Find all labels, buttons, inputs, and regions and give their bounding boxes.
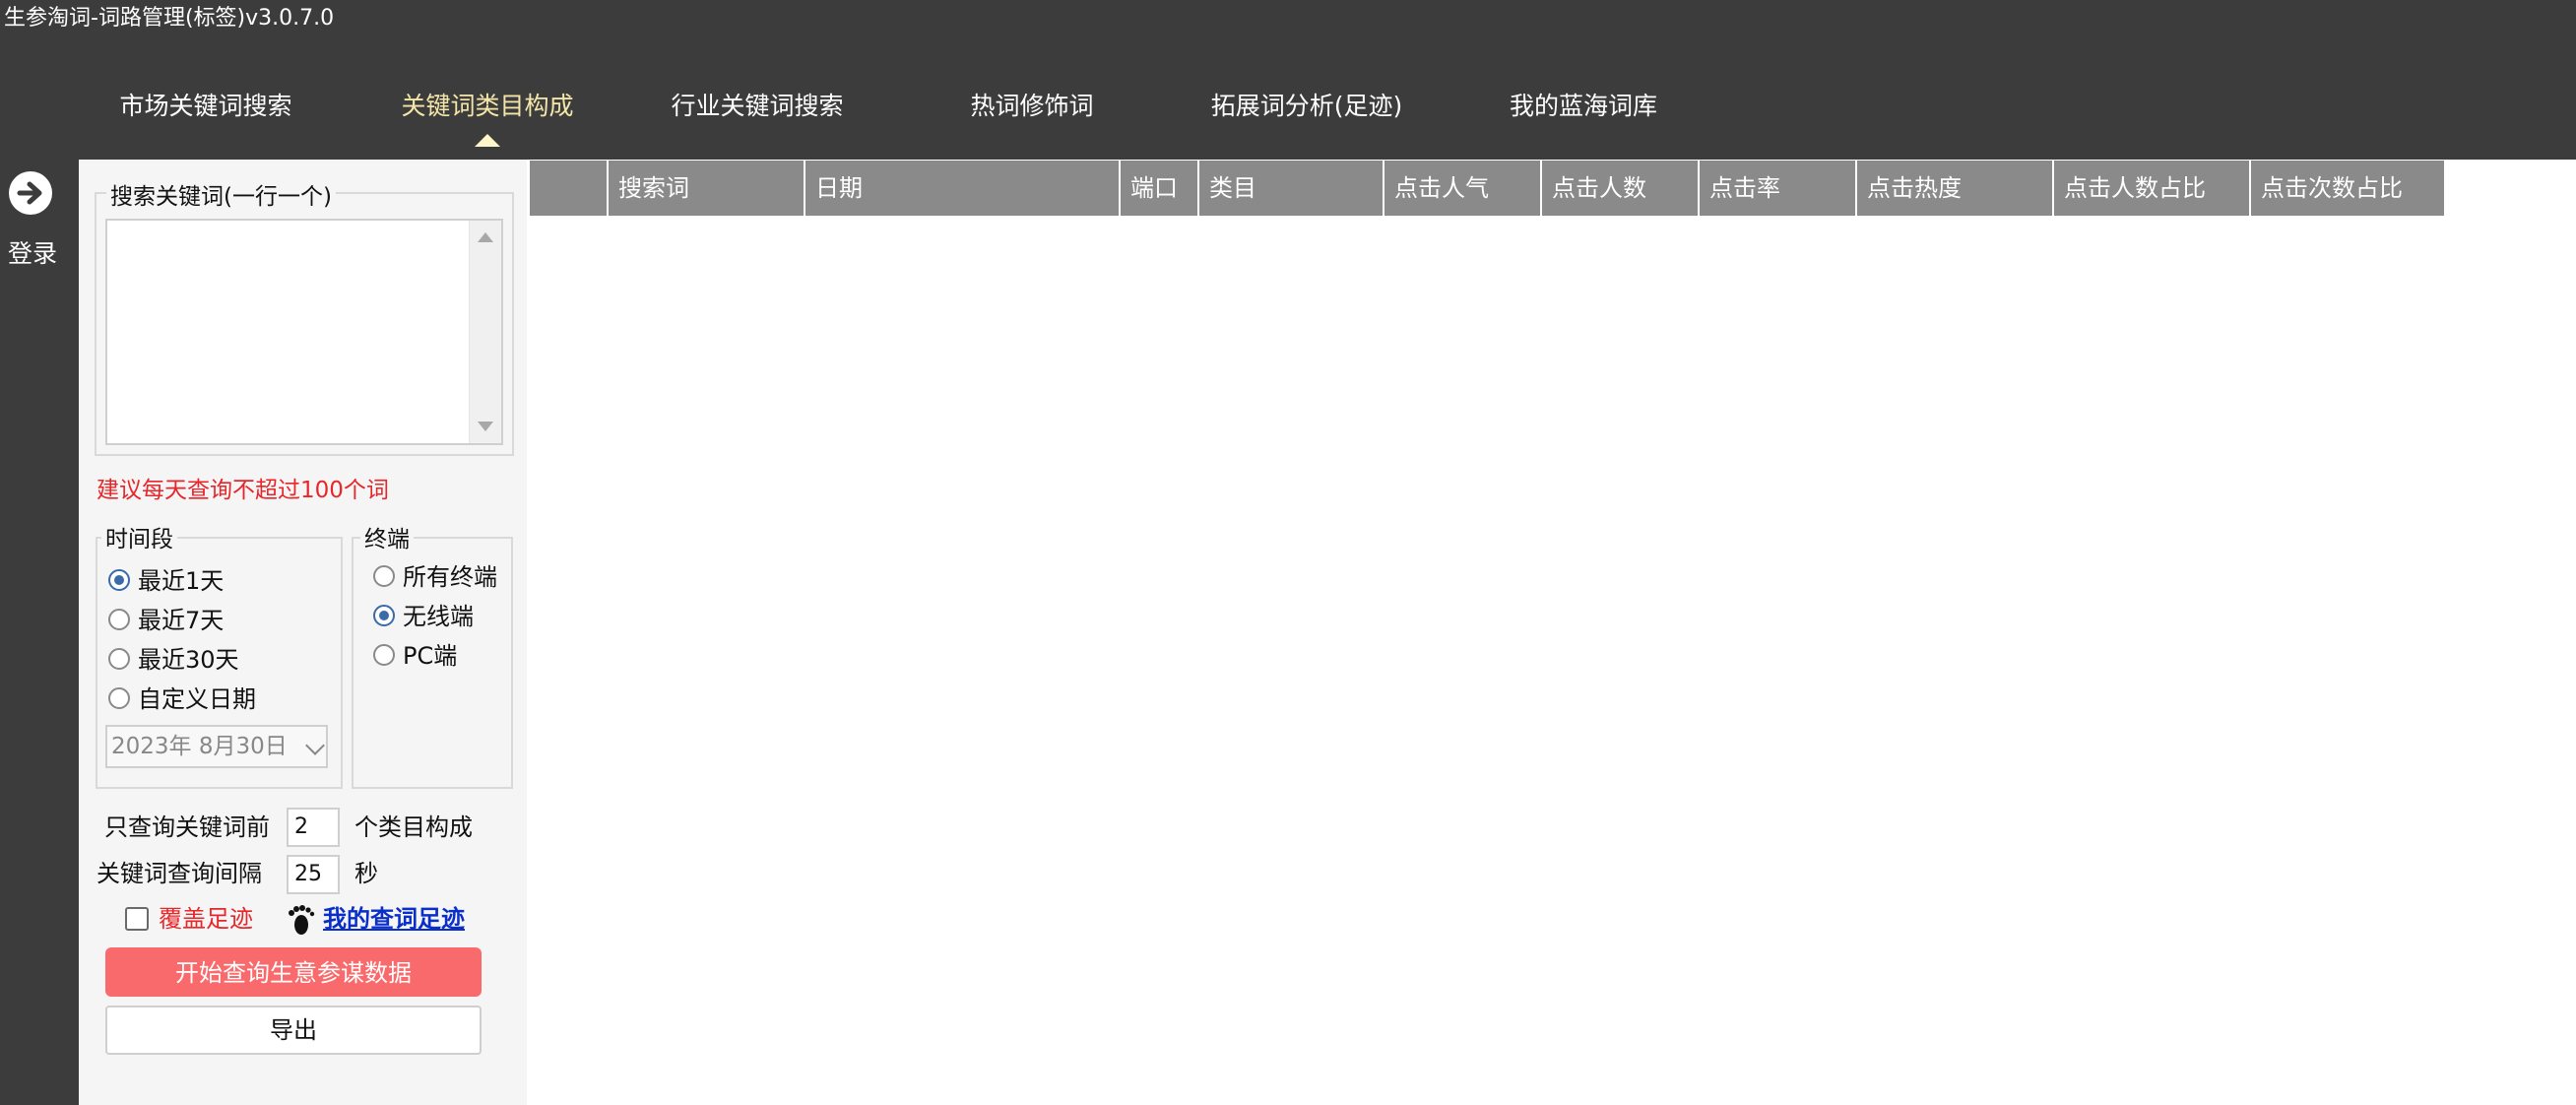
tab-keyword-category-composition[interactable]: 关键词类目构成 (390, 87, 585, 147)
my-footprint-link[interactable]: 我的查词足迹 (323, 901, 465, 937)
radio-label: 最近30天 (138, 646, 239, 674)
radio-label: PC端 (403, 642, 458, 670)
textarea-scrollbar[interactable] (469, 221, 501, 443)
radio-last-1-day[interactable]: 最近1天 (108, 563, 224, 599)
column-header-click-count-share[interactable]: 点击次数占比 (2249, 161, 2444, 216)
chevron-down-icon[interactable] (305, 736, 325, 755)
query-limit-warning: 建议每天查询不超过100个词 (97, 478, 389, 503)
tab-label: 市场关键词搜索 (119, 92, 292, 120)
tab-market-keyword-search[interactable]: 市场关键词搜索 (114, 87, 297, 126)
arrow-right-circle-icon[interactable] (9, 171, 52, 215)
tab-label: 关键词类目构成 (401, 92, 574, 120)
scroll-up-icon[interactable] (478, 232, 493, 242)
column-header-click-heat[interactable]: 点击热度 (1855, 161, 2052, 216)
column-header-click-users[interactable]: 点击人数 (1540, 161, 1698, 216)
column-header-click-rate[interactable]: 点击率 (1698, 161, 1855, 216)
radio-label: 最近1天 (138, 567, 225, 595)
tab-label: 行业关键词搜索 (671, 92, 844, 120)
radio-button-checked[interactable] (108, 569, 130, 591)
interval-unit-label: 秒 (354, 860, 378, 887)
column-header-click-popularity[interactable]: 点击人气 (1383, 161, 1540, 216)
radio-button[interactable] (108, 609, 130, 630)
app-title: 生参淘词-词路管理(标签)v3.0.7.0 (4, 6, 335, 31)
radio-custom-date[interactable]: 自定义日期 (108, 682, 256, 717)
overwrite-footprint-checkbox[interactable] (125, 907, 149, 931)
interval-label: 关键词查询间隔 (97, 860, 262, 887)
date-value: 2023年 8月30日 (111, 734, 288, 759)
keywords-textarea[interactable] (105, 219, 503, 445)
column-header-date[interactable]: 日期 (804, 161, 1119, 216)
column-header-rownum[interactable] (530, 161, 607, 216)
time-period-title: 时间段 (101, 520, 177, 553)
tab-hot-modifier-words[interactable]: 热词修饰词 (968, 87, 1096, 126)
export-button[interactable]: 导出 (105, 1006, 482, 1055)
radio-label: 自定义日期 (138, 685, 256, 713)
radio-wireless[interactable]: 无线端 (373, 599, 474, 634)
radio-label: 无线端 (403, 603, 474, 630)
tab-label: 热词修饰词 (970, 92, 1094, 120)
date-picker[interactable]: 2023年 8月30日 (105, 725, 328, 768)
radio-label: 最近7天 (138, 607, 225, 634)
radio-button[interactable] (108, 687, 130, 709)
tab-industry-keyword-search[interactable]: 行业关键词搜索 (666, 87, 849, 126)
radio-pc[interactable]: PC端 (373, 638, 457, 674)
column-header-port[interactable]: 端口 (1119, 161, 1197, 216)
radio-button[interactable] (373, 565, 395, 587)
tab-label: 拓展词分析(足迹) (1210, 92, 1403, 120)
scroll-down-icon[interactable] (478, 422, 493, 431)
tab-my-blue-ocean-library[interactable]: 我的蓝海词库 (1507, 87, 1660, 126)
tab-label: 我的蓝海词库 (1509, 92, 1657, 120)
keyword-group-title: 搜索关键词(一行一个) (106, 177, 336, 211)
column-header-click-users-share[interactable]: 点击人数占比 (2052, 161, 2249, 216)
radio-button-checked[interactable] (373, 605, 395, 626)
radio-last-7-days[interactable]: 最近7天 (108, 603, 224, 638)
top-bar: 生参淘词-词路管理(标签)v3.0.7.0 市场关键词搜索 关键词类目构成 行业… (0, 0, 2576, 160)
top-n-suffix-label: 个类目构成 (354, 813, 473, 841)
radio-button[interactable] (373, 644, 395, 666)
left-sidebar (0, 160, 79, 1105)
tab-expansion-word-analysis[interactable]: 拓展词分析(足迹) (1203, 87, 1410, 126)
top-n-input[interactable]: 2 (287, 808, 340, 847)
column-header-category[interactable]: 类目 (1197, 161, 1383, 216)
login-label[interactable]: 登录 (8, 234, 57, 270)
results-table-header: 搜索词 日期 端口 类目 点击人气 点击人数 点击率 点击热度 点击人数占比 点… (530, 161, 2444, 216)
interval-input[interactable]: 25 (287, 855, 340, 894)
overwrite-footprint-label[interactable]: 覆盖足迹 (159, 901, 253, 937)
column-header-search-term[interactable]: 搜索词 (607, 161, 804, 216)
active-tab-caret-icon (475, 134, 500, 147)
footprint-icon (289, 905, 315, 935)
radio-button[interactable] (108, 648, 130, 670)
radio-label: 所有终端 (403, 563, 497, 591)
radio-last-30-days[interactable]: 最近30天 (108, 642, 239, 678)
top-n-prefix-label: 只查询关键词前 (104, 813, 270, 841)
radio-all-terminals[interactable]: 所有终端 (373, 559, 497, 595)
start-query-button[interactable]: 开始查询生意参谋数据 (105, 947, 482, 997)
terminal-title: 终端 (360, 520, 414, 553)
